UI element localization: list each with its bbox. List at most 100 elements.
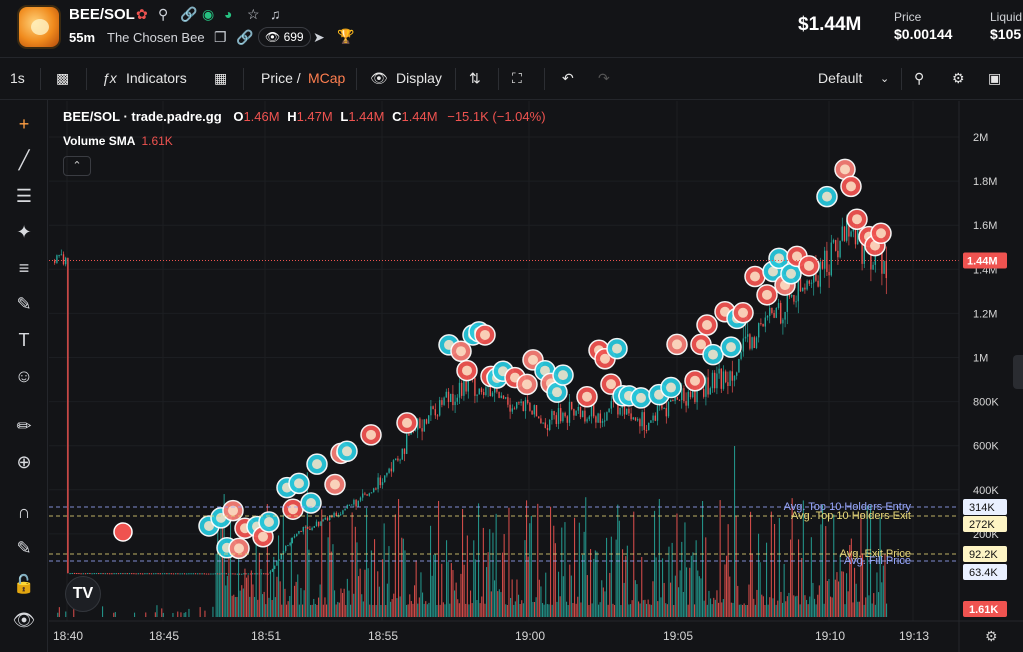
volume-bar bbox=[556, 601, 558, 617]
gear-icon[interactable]: ⚙ bbox=[985, 628, 998, 645]
horizontal-lines-icon[interactable]: ☰ bbox=[10, 182, 38, 210]
drawing-tools: + ╱ ☰ ✦ ≡ ✎ T ☺ ✏ ⊕ ∩ ✎ 🔓 👁 bbox=[0, 100, 48, 652]
candle-body bbox=[619, 408, 621, 415]
website-link-icon[interactable]: 🔗 bbox=[236, 29, 253, 46]
volume-bar bbox=[495, 513, 497, 617]
candle-body bbox=[835, 240, 837, 251]
bell-icon[interactable]: ♫ bbox=[270, 6, 281, 22]
volume-bar bbox=[847, 591, 849, 617]
candle-body bbox=[883, 260, 885, 274]
candle-body bbox=[256, 573, 258, 575]
volume-bar bbox=[244, 568, 246, 617]
candle-body bbox=[219, 573, 221, 575]
magnet-icon[interactable]: ∩ bbox=[10, 498, 38, 526]
display-button[interactable]: Display bbox=[396, 70, 442, 86]
ruler-icon[interactable]: ✏ bbox=[10, 412, 38, 440]
candle-body bbox=[333, 512, 335, 518]
volume-bar bbox=[481, 596, 483, 617]
side-panel-toggle[interactable] bbox=[1013, 355, 1023, 389]
pair-title: BEE/SOL bbox=[69, 6, 135, 23]
lock-icon[interactable]: 🔓 bbox=[10, 570, 38, 598]
volume-bar bbox=[585, 497, 587, 617]
price-toggle[interactable]: Price / bbox=[261, 70, 301, 86]
volume-bar bbox=[543, 604, 545, 617]
zoom-icon[interactable]: ⊕ bbox=[10, 448, 38, 476]
star-icon[interactable]: ☆ bbox=[247, 6, 260, 23]
trendline-icon[interactable]: ╱ bbox=[10, 146, 38, 174]
candle-body bbox=[408, 434, 410, 436]
volume-bar bbox=[761, 594, 763, 617]
crosshair-icon[interactable]: + bbox=[10, 110, 38, 138]
volume-bar bbox=[550, 506, 552, 617]
interval-button[interactable]: 1s bbox=[10, 70, 25, 86]
volume-bar bbox=[798, 539, 800, 617]
volume-bar bbox=[542, 603, 544, 617]
volume-bar bbox=[393, 593, 395, 617]
candle-body bbox=[377, 477, 379, 490]
lock-drawing-icon[interactable]: ✎ bbox=[10, 534, 38, 562]
high-value: 1.47M bbox=[296, 109, 333, 124]
volume-bar bbox=[505, 604, 507, 617]
volume-bar bbox=[636, 584, 638, 617]
indicators-button[interactable]: Indicators bbox=[126, 70, 187, 86]
volume-bar bbox=[439, 604, 441, 617]
fullscreen-icon[interactable]: ⛶ bbox=[512, 70, 522, 87]
volume-bar bbox=[626, 545, 628, 617]
candle-body bbox=[678, 399, 681, 401]
token-logo bbox=[17, 5, 61, 49]
volume-bar bbox=[807, 604, 809, 617]
bot-icon[interactable]: ◕ bbox=[224, 6, 232, 22]
camera-icon[interactable]: ▣ bbox=[988, 70, 1001, 87]
y-axis-tick-label: 400K bbox=[973, 485, 999, 497]
search-icon[interactable]: ⚲ bbox=[158, 6, 168, 23]
text-icon[interactable]: T bbox=[10, 326, 38, 354]
dex-icon[interactable]: ◉ bbox=[202, 6, 214, 23]
candle-body bbox=[604, 420, 606, 422]
layout-select[interactable]: Default bbox=[818, 70, 862, 86]
undo-icon[interactable]: ↶ bbox=[562, 70, 574, 87]
tradingview-logo[interactable]: TV bbox=[65, 576, 101, 612]
chevron-down-icon[interactable]: ⌄ bbox=[880, 72, 889, 85]
gear-icon[interactable]: ⚙ bbox=[952, 70, 965, 87]
trader-avatar-face bbox=[786, 268, 796, 279]
mcap-toggle[interactable]: MCap bbox=[308, 70, 345, 86]
volume-bar bbox=[470, 590, 472, 617]
candle-body bbox=[665, 408, 667, 417]
volume-bar bbox=[450, 563, 452, 617]
candle-body bbox=[626, 408, 628, 415]
trader-avatar-face bbox=[846, 181, 856, 192]
volume-bar bbox=[418, 597, 420, 617]
volume-bar bbox=[292, 604, 294, 617]
trader-avatar-face bbox=[762, 289, 772, 300]
visibility-icon[interactable]: 👁 bbox=[10, 606, 38, 634]
templates-icon[interactable]: ▦ bbox=[214, 70, 227, 87]
emoji-icon[interactable]: ☺ bbox=[10, 362, 38, 390]
collapse-legend-button[interactable]: ⌃ bbox=[63, 156, 91, 176]
pump-icon[interactable]: ✿ bbox=[136, 6, 148, 23]
candle-body bbox=[203, 573, 205, 575]
settings-sliders-icon[interactable]: ⇅ bbox=[469, 70, 481, 87]
volume-bar bbox=[641, 556, 643, 617]
redo-icon[interactable]: ↷ bbox=[598, 70, 610, 87]
candle-body bbox=[683, 388, 685, 402]
brush-icon[interactable]: ✎ bbox=[10, 290, 38, 318]
volume-bar bbox=[503, 534, 505, 617]
link-icon[interactable]: 🔗 bbox=[180, 6, 197, 23]
volume-bar bbox=[580, 602, 582, 617]
pattern-icon[interactable]: ✦ bbox=[10, 218, 38, 246]
candle-body bbox=[771, 307, 773, 313]
price-chart[interactable]: 2M1.8M1.6M1.4M1.2M1M800K600K400K200K18:4… bbox=[49, 101, 1023, 652]
divider bbox=[40, 68, 41, 90]
telegram-icon[interactable]: ➤ bbox=[313, 29, 325, 46]
candle-type-icon[interactable]: ▩ bbox=[56, 70, 69, 87]
candle-body bbox=[258, 573, 260, 575]
trophy-icon[interactable]: 🏆 bbox=[337, 28, 354, 45]
candle-body bbox=[241, 573, 243, 575]
search-icon[interactable]: ⚲ bbox=[914, 70, 924, 87]
fib-icon[interactable]: ≡ bbox=[10, 254, 38, 282]
candle-body bbox=[573, 409, 575, 416]
volume-bar bbox=[844, 604, 846, 617]
copy-icon[interactable]: ❐ bbox=[214, 29, 227, 46]
volume-bar bbox=[710, 598, 712, 617]
volume-bar bbox=[567, 604, 569, 617]
